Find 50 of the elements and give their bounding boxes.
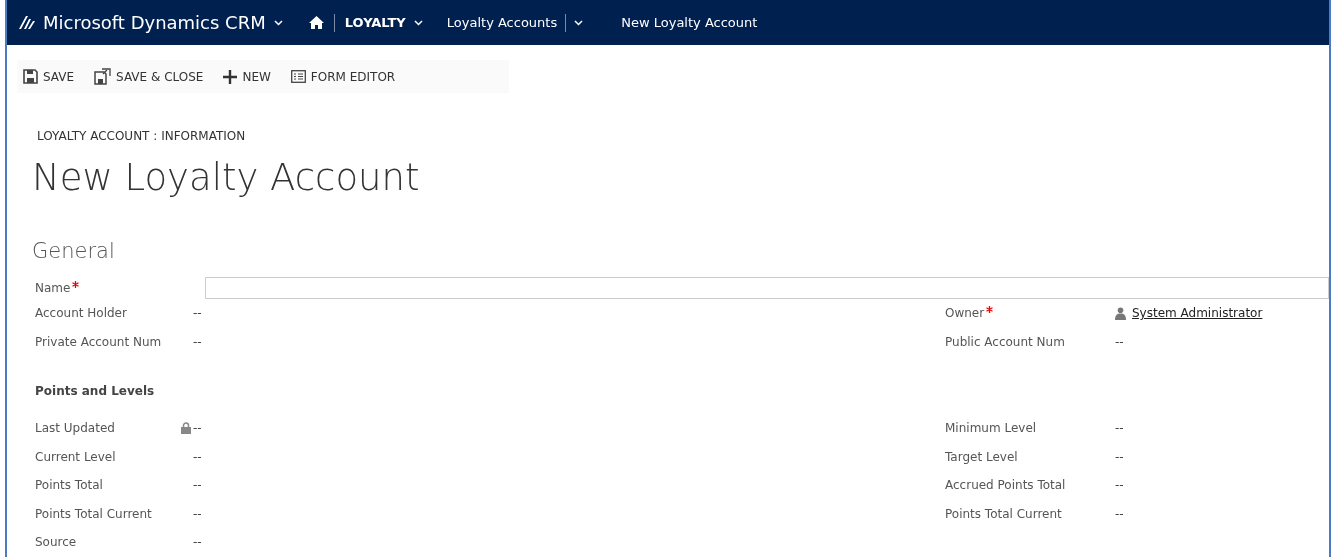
field-label: Owner <box>945 306 1103 321</box>
caret-icon[interactable] <box>413 19 423 26</box>
field-label: Points Total <box>35 478 104 493</box>
subsection-title: Points and Levels <box>35 384 156 398</box>
field-label: Name <box>35 281 205 295</box>
field-value: -- <box>193 306 202 321</box>
command-button[interactable]: SAVE <box>23 69 75 84</box>
field-value: -- <box>1115 334 1124 349</box>
entity-link[interactable]: Loyalty Accounts <box>446 15 558 30</box>
form-breadcrumb: LOYALTY ACCOUNT : INFORMATION <box>37 129 247 143</box>
app-title[interactable]: Microsoft Dynamics CRM <box>43 12 266 33</box>
field-value: -- <box>1115 506 1124 521</box>
record-title: New Loyalty Account <box>621 15 758 30</box>
field-label: Private Account Num <box>35 334 163 349</box>
command-button[interactable]: FORM EDITOR <box>290 69 396 84</box>
field-label: Current Level <box>35 449 117 464</box>
field-label: Source <box>35 535 78 550</box>
area-menu[interactable]: LOYALTY <box>344 15 406 30</box>
save-close-icon <box>94 68 112 85</box>
section-title: General <box>32 239 116 263</box>
user-icon <box>1115 306 1126 320</box>
field-label: Account Holder <box>35 306 128 321</box>
name-input[interactable] <box>205 277 1329 299</box>
save-icon <box>23 69 38 84</box>
field-value: -- <box>193 506 202 521</box>
field-value: -- <box>193 421 202 436</box>
field-value: -- <box>193 535 202 550</box>
field-value: -- <box>1115 449 1124 464</box>
field-label: Target Level <box>945 449 1019 464</box>
owner-link[interactable]: System Administrator <box>1132 306 1263 321</box>
field-value: -- <box>1115 478 1124 493</box>
field-value: -- <box>193 449 202 464</box>
field-value: -- <box>193 478 202 493</box>
field-label: Last Updated <box>35 421 116 436</box>
field-label: Points Total Current <box>945 506 1063 521</box>
home-icon[interactable] <box>308 16 324 29</box>
caret-icon[interactable] <box>574 19 584 26</box>
page-title: New Loyalty Account <box>32 156 421 199</box>
plus-icon <box>223 69 238 84</box>
form-icon <box>290 70 306 83</box>
field-label: Minimum Level <box>945 421 1038 436</box>
caret-icon[interactable] <box>273 19 283 26</box>
command-button[interactable]: SAVE & CLOSE <box>94 68 204 85</box>
field-label: Accrued Points Total <box>945 478 1067 493</box>
field-value: -- <box>193 334 202 349</box>
command-button[interactable]: NEW <box>223 69 271 84</box>
field-value: -- <box>1115 421 1124 436</box>
field-label: Public Account Num <box>945 334 1066 349</box>
logo-icon <box>19 16 35 29</box>
field-label: Points Total Current <box>35 506 153 521</box>
